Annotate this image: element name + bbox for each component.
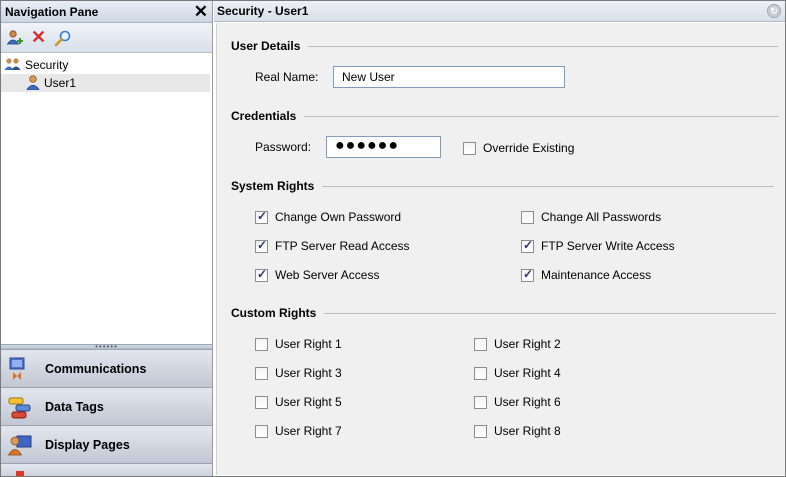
checkbox-box[interactable]	[521, 210, 534, 224]
section-heading: User Details	[231, 39, 301, 53]
password-field[interactable]: ●●●●●●	[326, 136, 441, 158]
checkbox-label: Override Existing	[483, 141, 575, 155]
more-icon	[7, 467, 33, 476]
nav-button-label: Display Pages	[45, 437, 130, 452]
checkbox-box[interactable]	[474, 424, 487, 438]
add-user-icon[interactable]	[4, 27, 25, 48]
checkbox-label: Web Server Access	[275, 268, 380, 282]
real-name-label: Real Name:	[255, 70, 319, 84]
display-pages-icon	[7, 432, 33, 458]
section-system-rights: System Rights	[231, 179, 775, 193]
navigation-pane: Navigation Pane ✕ ✕ Security User1 •••••…	[1, 1, 213, 476]
navigation-toolbar: ✕	[1, 23, 212, 53]
checkbox-label: FTP Server Write Access	[541, 239, 675, 253]
checkbox-label: User Right 5	[275, 395, 342, 409]
section-divider	[304, 115, 780, 117]
content-pane: Security - User1 ↻ User Details Real Nam…	[214, 1, 785, 476]
checkbox-box[interactable]	[255, 209, 268, 224]
delete-glyph: ✕	[30, 27, 47, 47]
nav-button-label: Communications	[45, 361, 147, 376]
user-right-6-checkbox[interactable]: User Right 6	[474, 395, 561, 409]
tree-item-security[interactable]: Security	[1, 56, 212, 74]
checkbox-label: User Right 6	[494, 395, 561, 409]
section-heading: Credentials	[231, 109, 297, 123]
page-title: Security - User1	[217, 4, 309, 18]
navigation-pane-header: Navigation Pane ✕	[1, 1, 212, 23]
user-right-5-checkbox[interactable]: User Right 5	[255, 395, 342, 409]
search-icon[interactable]	[52, 27, 73, 48]
security-icon	[4, 57, 22, 74]
checkbox-label: User Right 7	[275, 424, 342, 438]
nav-button-more[interactable]	[1, 464, 212, 476]
section-user-details: User Details	[231, 39, 779, 53]
user-right-8-checkbox[interactable]: User Right 8	[474, 424, 561, 438]
nav-button-display-pages[interactable]: Display Pages	[1, 426, 212, 464]
navigation-tree: Security User1	[1, 56, 212, 344]
checkbox-label: User Right 1	[275, 337, 342, 351]
checkbox-box[interactable]	[463, 141, 476, 155]
checkbox-box[interactable]	[474, 337, 487, 351]
user-right-7-checkbox[interactable]: User Right 7	[255, 424, 342, 438]
section-divider	[322, 185, 775, 187]
checkbox-box[interactable]	[474, 395, 487, 409]
user-settings-panel: User Details Real Name: New User Credent…	[216, 23, 785, 475]
section-heading: System Rights	[231, 179, 315, 193]
checkbox-label: User Right 3	[275, 366, 342, 380]
checkbox-box[interactable]	[255, 395, 268, 409]
checkbox-box[interactable]	[521, 238, 534, 253]
nav-button-data-tags[interactable]: Data Tags	[1, 388, 212, 426]
password-label: Password:	[255, 140, 312, 154]
checkbox-box[interactable]	[255, 267, 268, 282]
checkbox-label: Change Own Password	[275, 210, 402, 224]
checkbox-label: User Right 4	[494, 366, 561, 380]
ftp-write-access-checkbox[interactable]: FTP Server Write Access	[521, 238, 675, 253]
refresh-icon[interactable]: ↻	[767, 4, 781, 18]
user-icon	[25, 74, 41, 93]
change-all-passwords-checkbox[interactable]: Change All Passwords	[521, 210, 661, 224]
checkbox-label: User Right 8	[494, 424, 561, 438]
tree-item-label: User1	[44, 76, 77, 90]
navigation-pane-title: Navigation Pane	[5, 4, 99, 19]
nav-button-label: Data Tags	[45, 399, 104, 414]
checkbox-box[interactable]	[255, 366, 268, 380]
maintenance-access-checkbox[interactable]: Maintenance Access	[521, 267, 652, 282]
checkbox-label: FTP Server Read Access	[275, 239, 410, 253]
section-custom-rights: Custom Rights	[231, 306, 777, 320]
user-right-3-checkbox[interactable]: User Right 3	[255, 366, 342, 380]
section-divider	[324, 312, 777, 314]
section-divider	[308, 45, 779, 47]
user-right-2-checkbox[interactable]: User Right 2	[474, 337, 561, 351]
real-name-field[interactable]: New User	[333, 66, 565, 88]
checkbox-box[interactable]	[255, 424, 268, 438]
ftp-read-access-checkbox[interactable]: FTP Server Read Access	[255, 238, 410, 253]
checkbox-label: Change All Passwords	[541, 210, 662, 224]
close-icon[interactable]: ✕	[194, 2, 208, 22]
delete-icon[interactable]: ✕	[28, 27, 49, 48]
web-server-access-checkbox[interactable]: Web Server Access	[255, 267, 380, 282]
checkbox-box[interactable]	[521, 267, 534, 282]
content-header: Security - User1 ↻	[214, 1, 785, 22]
section-heading: Custom Rights	[231, 306, 317, 320]
change-own-password-checkbox[interactable]: Change Own Password	[255, 209, 402, 224]
checkbox-label: User Right 2	[494, 337, 561, 351]
nav-button-communications[interactable]: Communications	[1, 350, 212, 388]
data-tags-icon	[7, 394, 33, 420]
tree-item-label: Security	[25, 58, 69, 72]
checkbox-label: Maintenance Access	[541, 268, 652, 282]
checkbox-box[interactable]	[474, 366, 487, 380]
communications-icon	[7, 356, 33, 382]
section-credentials: Credentials	[231, 109, 780, 123]
override-existing-checkbox[interactable]: Override Existing	[463, 141, 574, 155]
checkbox-box[interactable]	[255, 238, 268, 253]
user-right-4-checkbox[interactable]: User Right 4	[474, 366, 561, 380]
user-right-1-checkbox[interactable]: User Right 1	[255, 337, 342, 351]
checkbox-box[interactable]	[255, 337, 268, 351]
tree-item-user1[interactable]: User1	[1, 74, 210, 92]
